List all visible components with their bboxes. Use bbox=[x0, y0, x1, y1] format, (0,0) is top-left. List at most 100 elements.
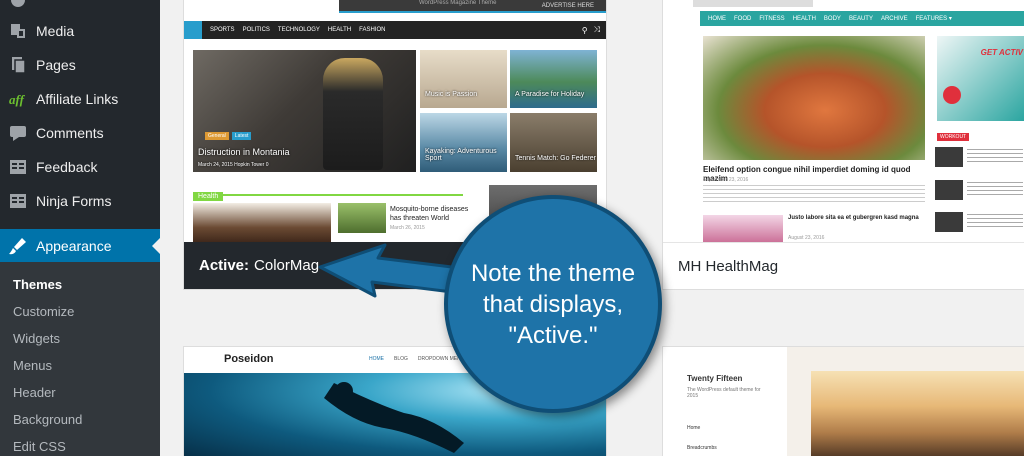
feedback-icon bbox=[0, 158, 36, 176]
callout-line: that displays, bbox=[482, 290, 624, 318]
twentyfifteen-content bbox=[787, 347, 1024, 456]
mh-nav: HOME FOOD FITNESS HEALTH BODY BEAUTY ARC… bbox=[700, 11, 1024, 26]
sidebar-item-appearance[interactable]: Appearance bbox=[0, 229, 160, 263]
post-title: Justo labore sita ea et gubergren kasd m… bbox=[788, 215, 919, 221]
sidebar-item-pages[interactable]: Pages bbox=[0, 48, 160, 82]
colormag-nav: SPORTS POLITICS TECHNOLOGY HEALTH FASHIO… bbox=[184, 21, 606, 39]
submenu-item-menus[interactable]: Menus bbox=[13, 358, 52, 373]
ad-text: GET ACTIV bbox=[980, 48, 1023, 57]
nav-item: BODY bbox=[823, 15, 841, 22]
theme-name: MH HealthMag bbox=[678, 257, 779, 275]
nav-item: SPORTS bbox=[210, 27, 235, 33]
admin-sidebar: Media Pages aff Affiliate Links Comments… bbox=[0, 0, 160, 456]
pages-icon bbox=[0, 56, 36, 74]
nav-item: FEATURES ▾ bbox=[915, 16, 952, 22]
post-tile-kayaking: Kayaking: Adventurous Sport bbox=[420, 113, 507, 172]
sidebar-item-label: Pages bbox=[36, 57, 76, 73]
post-meta: March 24, 2015 Hopkin Tower 0 bbox=[198, 162, 269, 168]
smoothie-image bbox=[703, 215, 783, 244]
submenu-item-background[interactable]: Background bbox=[13, 412, 82, 427]
mosquito-image bbox=[338, 203, 386, 233]
workout-thumb bbox=[935, 180, 963, 200]
twentyfifteen-sidebar: Twenty Fifteen The WordPress default the… bbox=[663, 347, 787, 456]
post-tile-tennis: Tennis Match: Go Federer bbox=[510, 113, 597, 172]
workout-text bbox=[967, 149, 1023, 165]
twentyfifteen-title: Twenty Fifteen bbox=[687, 374, 743, 383]
workout-thumb bbox=[935, 147, 963, 167]
sidebar-item-label: Feedback bbox=[36, 159, 98, 175]
nav-item: BLOG bbox=[394, 356, 408, 362]
nav-item: FITNESS bbox=[759, 15, 785, 22]
salmon-dish-image bbox=[703, 36, 925, 160]
workout-text bbox=[967, 214, 1023, 230]
firefighter-image bbox=[323, 58, 383, 170]
nav-item: FASHION bbox=[359, 27, 386, 33]
coffee-image bbox=[193, 203, 331, 244]
appearance-brush-icon bbox=[0, 237, 36, 255]
banner-text: WordPress Magazine Theme bbox=[419, 0, 497, 6]
sidebar-item-affiliate-links[interactable]: aff Affiliate Links bbox=[0, 82, 160, 116]
callout-bubble: Note the theme that displays, "Active." bbox=[444, 195, 662, 413]
callout-line: "Active." bbox=[508, 321, 598, 349]
nav-item: POLITICS bbox=[242, 27, 270, 33]
section-label: Health bbox=[193, 192, 224, 201]
poseidon-nav: HOME BLOG DROPDOWN MENU ▾ bbox=[369, 356, 468, 362]
post-title: A Paradise for Holiday bbox=[515, 91, 585, 98]
post-title: Distruction in Montania bbox=[198, 147, 290, 157]
home-icon bbox=[184, 21, 202, 39]
theme-screenshot-mh-healthmag: HOME FOOD FITNESS HEALTH BODY BEAUTY ARC… bbox=[663, 0, 1024, 244]
featured-post-tile: General Latest Distruction in Montania M… bbox=[193, 50, 416, 172]
nav-item: HEALTH bbox=[327, 27, 352, 33]
tag: Latest bbox=[231, 132, 252, 140]
tag: General bbox=[205, 132, 229, 140]
post-title: Music is Passion bbox=[425, 91, 478, 98]
advertise-text: ADVERTISE HERE bbox=[541, 3, 594, 9]
submenu-item-widgets[interactable]: Widgets bbox=[13, 331, 60, 346]
ninja-forms-icon bbox=[0, 192, 36, 210]
ad-banner: WordPress Magazine Theme ADVERTISE HERE bbox=[339, 0, 606, 13]
sidebar-item-label: Ninja Forms bbox=[36, 193, 112, 209]
theme-name: ColorMag bbox=[254, 257, 320, 274]
sidebar-item-label: Appearance bbox=[36, 238, 112, 254]
active-label: Active: bbox=[199, 257, 250, 274]
callout-line: Note the theme bbox=[470, 259, 636, 287]
sidebar-item-comments[interactable]: Comments bbox=[0, 116, 160, 150]
theme-card-mh-healthmag[interactable]: HOME FOOD FITNESS HEALTH BODY BEAUTY ARC… bbox=[662, 0, 1024, 290]
nav-item: HEALTH bbox=[792, 15, 816, 22]
mh-logo-icon bbox=[943, 86, 961, 104]
post-tile-paradise: A Paradise for Holiday bbox=[510, 50, 597, 108]
shuffle-icon: ⤨ bbox=[593, 25, 600, 34]
dashboard-icon bbox=[0, 0, 36, 9]
comments-icon bbox=[0, 124, 36, 142]
sidebar-item-ninja-forms[interactable]: Ninja Forms bbox=[0, 184, 160, 218]
post-excerpt-lines bbox=[703, 185, 925, 203]
sidebar-item-media[interactable]: Media bbox=[0, 14, 160, 48]
menu-item: Breadcrumbs bbox=[687, 445, 717, 451]
nav-item: HOME bbox=[369, 356, 384, 362]
health-section-header: Health bbox=[193, 185, 463, 201]
workout-label: WORKOUT bbox=[937, 133, 970, 141]
post-date: September 23, 2016 bbox=[703, 177, 749, 183]
media-icon bbox=[0, 22, 36, 40]
poseidon-title: Poseidon bbox=[224, 353, 274, 365]
menu-item: Home bbox=[687, 425, 701, 431]
nav-item: HOME bbox=[708, 15, 726, 22]
submenu-item-customize[interactable]: Customize bbox=[13, 304, 74, 319]
submenu-item-header[interactable]: Header bbox=[13, 385, 56, 400]
workout-thumb bbox=[935, 212, 963, 232]
theme-footer-mh-healthmag: MH HealthMag bbox=[663, 242, 1024, 289]
sidebar-item-feedback[interactable]: Feedback bbox=[0, 150, 160, 184]
svg-text:aff: aff bbox=[9, 92, 26, 107]
site-logo bbox=[693, 0, 813, 7]
submenu-item-edit-css[interactable]: Edit CSS bbox=[13, 439, 66, 454]
theme-card-twentyfifteen[interactable]: Twenty Fifteen The WordPress default the… bbox=[662, 346, 1024, 456]
sidebar-item-label: Affiliate Links bbox=[36, 91, 119, 107]
post-tile-music: Music is Passion bbox=[420, 50, 507, 108]
nav-item: BEAUTY bbox=[848, 15, 873, 22]
post-date: March 26, 2015 bbox=[390, 225, 425, 231]
post-title: Tennis Match: Go Federer bbox=[515, 155, 596, 162]
submenu-item-themes[interactable]: Themes bbox=[13, 277, 62, 292]
nav-item: TECHNOLOGY bbox=[277, 27, 320, 33]
twentyfifteen-tagline: The WordPress default theme for 2015 bbox=[687, 387, 761, 399]
post-title: Mosquito-borne diseases has threaten Wor… bbox=[390, 206, 469, 222]
